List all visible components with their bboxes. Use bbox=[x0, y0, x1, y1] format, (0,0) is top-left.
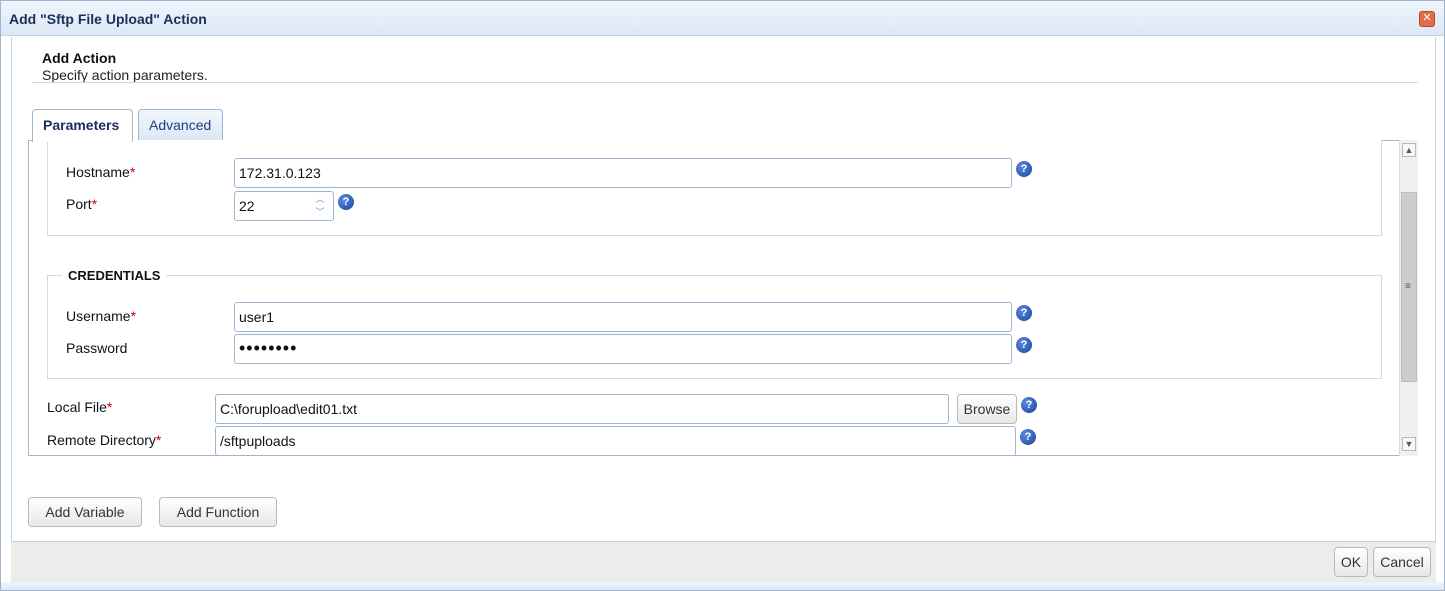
ok-button[interactable]: OK bbox=[1334, 547, 1368, 577]
tab-parameters[interactable]: Parameters bbox=[32, 109, 133, 142]
help-icon[interactable]: ? bbox=[1020, 429, 1036, 445]
help-icon[interactable]: ? bbox=[1016, 161, 1032, 177]
chevron-down-icon[interactable]: ﹀ bbox=[314, 206, 326, 218]
local-file-input[interactable]: C:\forupload\edit01.txt bbox=[215, 394, 949, 424]
dialog-window: Add "Sftp File Upload" Action ✕ Add Acti… bbox=[0, 0, 1445, 591]
remote-directory-label: Remote Directory* bbox=[47, 432, 162, 448]
grip-icon: ≡ bbox=[1405, 281, 1411, 292]
port-label: Port* bbox=[66, 196, 98, 212]
password-input[interactable]: •••••••• bbox=[234, 334, 1012, 364]
scroll-thumb[interactable]: ≡ bbox=[1401, 192, 1417, 382]
help-icon[interactable]: ? bbox=[338, 194, 354, 210]
dialog-bottom-edge bbox=[1, 582, 1444, 590]
port-stepper[interactable]: ︿ ﹀ bbox=[307, 192, 333, 220]
hostname-label: Hostname* bbox=[66, 164, 136, 180]
help-icon[interactable]: ? bbox=[1021, 397, 1037, 413]
username-label: Username* bbox=[66, 308, 137, 324]
password-label: Password bbox=[66, 340, 128, 356]
local-file-label: Local File* bbox=[47, 399, 113, 415]
credentials-legend: CREDENTIALS bbox=[62, 268, 167, 283]
title-bar[interactable]: Add "Sftp File Upload" Action bbox=[1, 1, 1444, 36]
connection-fieldset bbox=[47, 140, 1382, 236]
remote-directory-input[interactable]: /sftpuploads bbox=[215, 426, 1016, 456]
tab-advanced[interactable]: Advanced bbox=[138, 109, 223, 141]
header-divider bbox=[32, 82, 1418, 83]
hostname-input[interactable]: 172.31.0.123 bbox=[234, 158, 1012, 188]
scroll-up-icon[interactable]: ▲ bbox=[1402, 143, 1416, 157]
help-icon[interactable]: ? bbox=[1016, 305, 1032, 321]
add-function-button[interactable]: Add Function bbox=[159, 497, 277, 527]
cancel-button[interactable]: Cancel bbox=[1373, 547, 1431, 577]
scroll-down-icon[interactable]: ▼ bbox=[1402, 437, 1416, 451]
panel-scrollbar[interactable]: ▲ ≡ ▼ bbox=[1399, 140, 1418, 456]
dialog-title: Add "Sftp File Upload" Action bbox=[9, 11, 207, 27]
section-subtitle: Specify action parameters. bbox=[42, 67, 208, 83]
add-variable-button[interactable]: Add Variable bbox=[28, 497, 142, 527]
section-title: Add Action bbox=[42, 50, 117, 66]
help-icon[interactable]: ? bbox=[1016, 337, 1032, 353]
close-icon[interactable]: ✕ bbox=[1419, 11, 1435, 27]
browse-button[interactable]: Browse bbox=[957, 394, 1017, 424]
username-input[interactable]: user1 bbox=[234, 302, 1012, 332]
chevron-up-icon[interactable]: ︿ bbox=[314, 193, 326, 205]
dialog-footer bbox=[11, 541, 1436, 582]
